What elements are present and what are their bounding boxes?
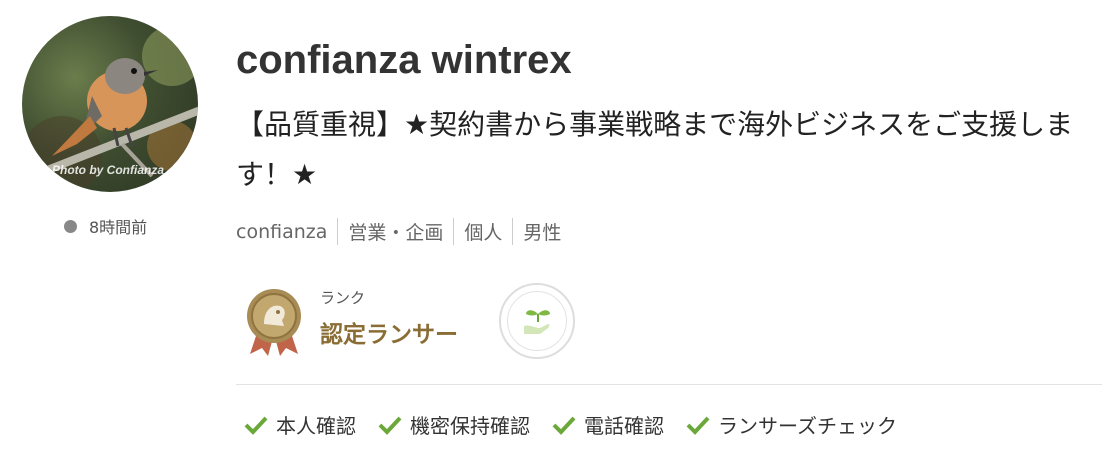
checkmark-icon [244,416,268,435]
rank-medal-icon[interactable] [244,288,304,356]
meta-username: confianza [236,220,328,243]
meta-gender: 男性 [512,218,571,245]
verification-label: ランサーズチェック [718,414,897,438]
verification-nda: 機密保持確認 [378,410,530,439]
sprout-icon [524,310,550,334]
verification-label: 電話確認 [584,414,664,438]
verification-phone: 電話確認 [552,410,664,439]
profile-tagline: 【品質重視】★契約書から事業戦略まで海外ビジネスをご支援します！★ [236,108,1074,191]
meta-occupation: 営業・企画 [337,218,453,245]
verification-list: 本人確認 機密保持確認 電話確認 ランサーズチェック [244,410,919,439]
checkmark-icon [686,416,710,435]
rank-value: 認定ランサー [320,322,458,348]
profile-meta: confianza 営業・企画 個人 男性 [236,218,571,245]
avatar-caption: Photo by Confianza [52,163,164,177]
section-divider [236,384,1102,385]
last-seen-status: 8時間前 [64,214,147,238]
status-dot-icon [64,219,77,233]
checkmark-icon [552,416,576,435]
profile-name: confianza wintrex [236,38,572,82]
verification-lancers-check: ランサーズチェック [686,410,897,439]
avatar[interactable]: Photo by Confianza [22,16,198,192]
verification-label: 機密保持確認 [410,414,530,438]
checkmark-icon [378,416,402,435]
last-seen-text: 8時間前 [89,218,148,237]
verification-label: 本人確認 [276,414,356,438]
sprout-badge-inner [507,291,567,351]
verification-identity: 本人確認 [244,410,356,439]
meta-type: 個人 [453,218,512,245]
rank-label: ランク [320,289,366,307]
sprout-badge[interactable] [499,283,575,359]
